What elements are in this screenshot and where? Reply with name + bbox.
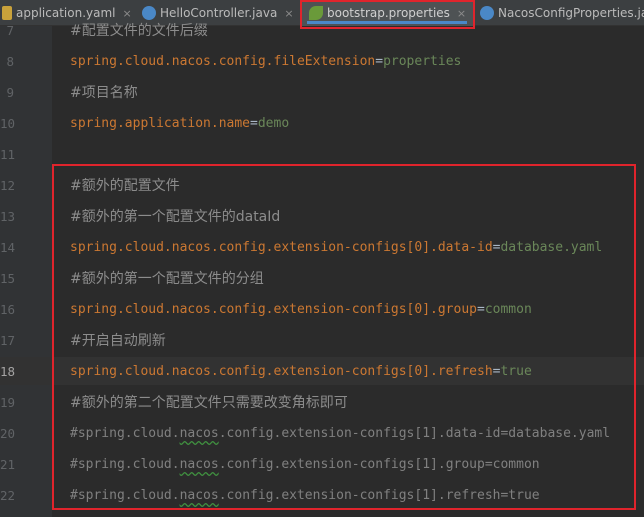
tab-label: NacosConfigProperties.ja bbox=[498, 6, 644, 20]
line-number: 16 bbox=[0, 302, 16, 317]
line-number: 18 bbox=[0, 364, 16, 379]
code-line[interactable]: spring.application.name=demo bbox=[70, 114, 289, 134]
line-number: 15 bbox=[0, 271, 16, 286]
line-number: 13 bbox=[0, 209, 16, 224]
line-number: 9 bbox=[6, 85, 14, 100]
property-key: spring.cloud.nacos.config.fileExtension bbox=[70, 54, 376, 69]
line-number: 14 bbox=[0, 240, 16, 255]
highlight-box-active-tab bbox=[300, 0, 475, 29]
comment-text: #配置文件的文件后缀 bbox=[70, 23, 208, 39]
line-number: 8 bbox=[6, 54, 14, 69]
line-number: 22 bbox=[0, 488, 16, 503]
code-line[interactable]: #配置文件的文件后缀 bbox=[70, 21, 208, 42]
property-value: properties bbox=[383, 54, 462, 69]
property-value: demo bbox=[257, 116, 290, 131]
tab-label: HelloController.java bbox=[160, 6, 278, 20]
line-number: 20 bbox=[0, 426, 16, 441]
yaml-icon bbox=[2, 6, 12, 20]
line-number: 12 bbox=[0, 178, 16, 193]
class-icon bbox=[142, 6, 156, 20]
comment-text: #项目名称 bbox=[70, 85, 138, 101]
line-number: 10 bbox=[0, 116, 16, 131]
property-key: spring.application.name bbox=[70, 116, 251, 131]
equals-sign: = bbox=[375, 54, 384, 69]
line-number: 17 bbox=[0, 333, 16, 348]
close-icon[interactable]: × bbox=[284, 7, 293, 20]
line-number: 21 bbox=[0, 457, 16, 472]
highlight-box-extension-configs bbox=[52, 164, 636, 510]
line-number: 11 bbox=[0, 147, 16, 162]
line-number: 7 bbox=[6, 23, 14, 38]
tab-nacosconfigproperties-java[interactable]: NacosConfigProperties.ja bbox=[480, 0, 644, 26]
equals-sign: = bbox=[250, 116, 258, 131]
code-line[interactable]: #项目名称 bbox=[70, 83, 138, 104]
code-line[interactable]: spring.cloud.nacos.config.fileExtension=… bbox=[70, 52, 461, 72]
class-icon bbox=[480, 6, 494, 20]
tab-label: application.yaml bbox=[16, 6, 116, 20]
close-icon[interactable]: × bbox=[123, 7, 132, 20]
line-number: 19 bbox=[0, 395, 16, 410]
